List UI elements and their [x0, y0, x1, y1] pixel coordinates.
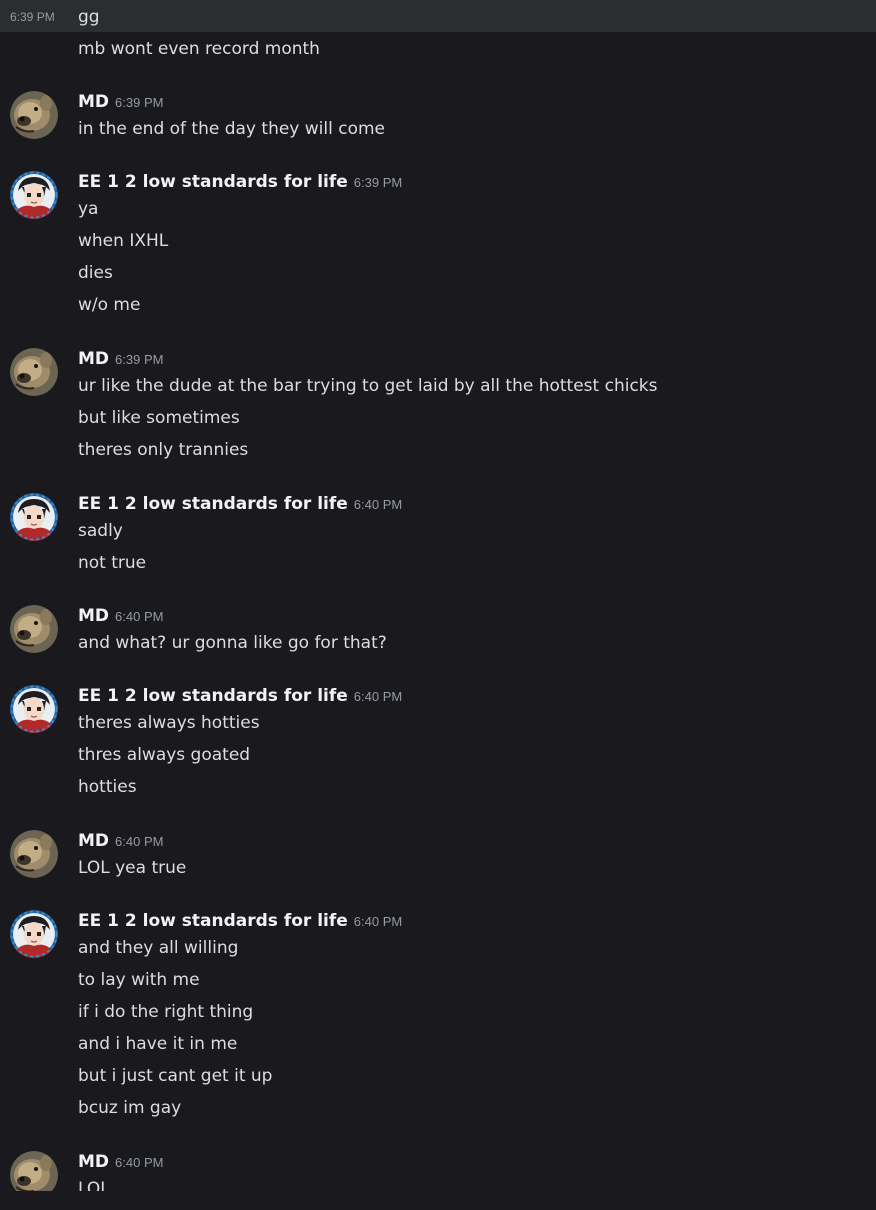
message-text: hotties: [78, 777, 137, 797]
message-header: EE 1 2 low standards for life 6:39 PM: [78, 171, 402, 193]
message-header: MD 6:40 PM: [78, 1151, 163, 1173]
anime-avatar-image: [10, 493, 58, 541]
message-text: in the end of the day they will come: [78, 119, 386, 139]
message-text: mb wont even record month: [78, 39, 320, 59]
anime-avatar-image: [10, 685, 58, 733]
message-group[interactable]: EE 1 2 low standards for life 6:39 PM ya wh…: [0, 171, 876, 326]
author-name[interactable]: MD: [78, 92, 109, 112]
message-text: not true: [78, 553, 147, 573]
message-lines: LOL yea true: [78, 857, 186, 889]
message-timestamp: 6:40 PM: [353, 497, 403, 512]
message-text: theres always hotties: [78, 713, 260, 733]
avatar[interactable]: [10, 685, 58, 733]
author-name[interactable]: EE 1 2 low standards for life: [78, 686, 348, 706]
message-text: and i have it in me: [78, 1034, 238, 1054]
message-header: MD 6:39 PM: [78, 348, 163, 370]
message-text: but i just cant get it up: [78, 1066, 273, 1086]
message-lines: sadly not true: [78, 520, 146, 584]
avatar[interactable]: [10, 493, 58, 541]
message-text: sadly: [78, 521, 123, 541]
message-header: MD 6:40 PM: [78, 830, 163, 852]
message-text: to lay with me: [78, 970, 200, 990]
avatar[interactable]: [10, 91, 58, 139]
avatar[interactable]: [10, 830, 58, 878]
author-name[interactable]: EE 1 2 low standards for life: [78, 911, 348, 931]
message-text: LOL yea true: [78, 858, 187, 878]
author-name[interactable]: MD: [78, 606, 109, 626]
avatar[interactable]: [10, 171, 58, 219]
message-lines: ya when IXHL dies w/o me: [78, 198, 168, 326]
chat-messages[interactable]: 6:39 PM gg mb wont even record month MD 6…: [0, 0, 876, 1200]
avatar[interactable]: [10, 910, 58, 958]
message-group[interactable]: EE 1 2 low standards for life 6:40 PM and …: [0, 910, 876, 1129]
message-timestamp: 6:39 PM: [353, 175, 403, 190]
message-text: and what? ur gonna like go for that?: [78, 633, 387, 653]
message-header: MD 6:39 PM: [78, 91, 163, 113]
message-text: dies: [78, 263, 113, 283]
message-text: thres always goated: [78, 745, 251, 765]
author-name[interactable]: MD: [78, 831, 109, 851]
message-group[interactable]: MD 6:39 PM in the end of the day they will…: [0, 91, 876, 150]
message-timestamp: 6:40 PM: [115, 609, 164, 624]
message-header: EE 1 2 low standards for life 6:40 PM: [78, 493, 402, 515]
message-lines: in the end of the day they will come: [78, 118, 385, 150]
message-timestamp: 6:40 PM: [353, 689, 403, 704]
chat-bottom-edge: [0, 1191, 876, 1200]
message-header: EE 1 2 low standards for life 6:40 PM: [78, 685, 402, 707]
message-timestamp: 6:40 PM: [353, 914, 403, 929]
message-header: EE 1 2 low standards for life 6:40 PM: [78, 910, 402, 932]
message-text: but like sometimes: [78, 408, 240, 428]
message-text: theres only trannies: [78, 440, 249, 460]
anime-avatar-image: [10, 910, 58, 958]
message-row-hovered[interactable]: 6:39 PM: [0, 0, 876, 32]
avatar[interactable]: [10, 605, 58, 653]
message-header: MD 6:40 PM: [78, 605, 163, 627]
message-lines: ur like the dude at the bar trying to ge…: [78, 375, 658, 471]
message-timestamp: 6:39 PM: [10, 10, 55, 24]
message-group[interactable]: EE 1 2 low standards for life 6:40 PM sadl…: [0, 493, 876, 584]
message-timestamp: 6:40 PM: [115, 834, 164, 849]
message-group[interactable]: MD 6:39 PM ur like the dude at the bar try…: [0, 348, 876, 471]
message-lines: and what? ur gonna like go for that?: [78, 632, 387, 664]
message-text: ur like the dude at the bar trying to ge…: [78, 376, 658, 396]
author-name[interactable]: MD: [78, 349, 109, 369]
message-text: and they all willing: [78, 938, 239, 958]
dog-avatar-image: [10, 830, 58, 878]
avatar[interactable]: [10, 348, 58, 396]
message-timestamp: 6:39 PM: [115, 352, 164, 367]
message-text: if i do the right thing: [78, 1002, 254, 1022]
message-timestamp: 6:39 PM: [115, 95, 164, 110]
dog-avatar-image: [10, 348, 58, 396]
message-lines: and they all willing to lay with me if i d…: [78, 937, 272, 1129]
author-name[interactable]: EE 1 2 low standards for life: [78, 494, 348, 514]
message-group[interactable]: MD 6:40 PM LOL: [0, 1151, 876, 1210]
message-text: bcuz im gay: [78, 1098, 182, 1118]
message-text: ya: [78, 199, 99, 219]
dog-avatar-image: [10, 605, 58, 653]
message-group[interactable]: EE 1 2 low standards for life 6:40 PM ther…: [0, 685, 876, 808]
message-lines: theres always hotties thres always goated…: [78, 712, 260, 808]
dog-avatar-image: [10, 91, 58, 139]
message-text: gg: [78, 7, 100, 27]
author-name[interactable]: MD: [78, 1152, 109, 1172]
message-group[interactable]: MD 6:40 PM and what? ur gonna like go for …: [0, 605, 876, 664]
message-text: when IXHL: [78, 231, 169, 251]
author-name[interactable]: EE 1 2 low standards for life: [78, 172, 348, 192]
message-text: w/o me: [78, 295, 141, 315]
message-timestamp: 6:40 PM: [115, 1155, 164, 1170]
anime-avatar-image: [10, 171, 58, 219]
message-group[interactable]: MD 6:40 PM LOL yea true: [0, 830, 876, 889]
